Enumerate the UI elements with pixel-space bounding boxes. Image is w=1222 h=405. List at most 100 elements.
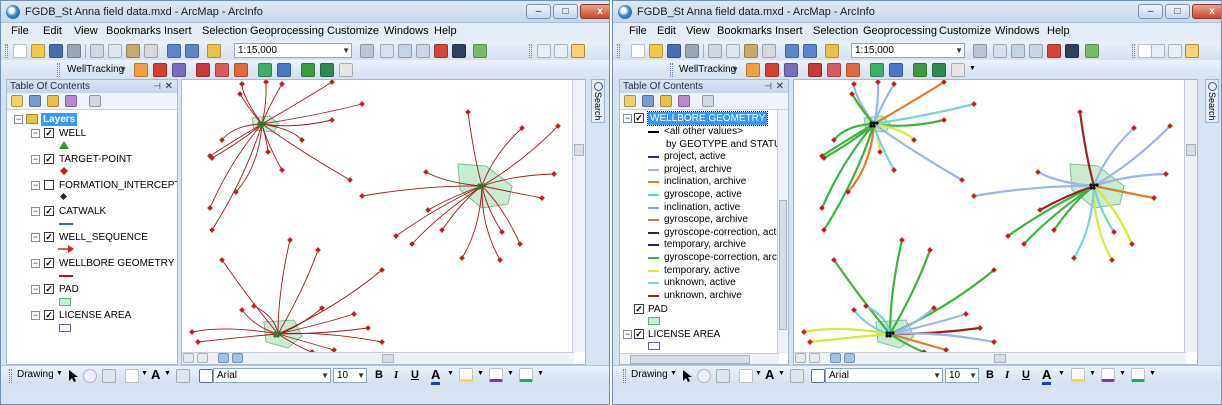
python-window-icon[interactable] xyxy=(452,44,466,58)
edit-vertices-icon[interactable] xyxy=(176,369,190,383)
chevron-down-icon[interactable]: ▼ xyxy=(164,370,171,377)
map-scale-combo[interactable]: 1:15,000 ▼ xyxy=(851,43,965,58)
menu-windows[interactable]: Windows xyxy=(995,25,1040,37)
pin-icon[interactable]: ⊣ xyxy=(153,80,161,93)
menu-insert[interactable]: Insert xyxy=(164,25,192,37)
license-area-visibility-checkbox[interactable]: ✓ xyxy=(44,310,54,320)
editor-toolbar-icon[interactable] xyxy=(360,44,374,58)
underline-button[interactable]: U xyxy=(1022,369,1030,381)
chevron-down-icon[interactable]: ▼ xyxy=(969,65,976,72)
collapse-well-sequence-toggle[interactable]: − xyxy=(31,233,40,242)
legend-item-label[interactable]: temporary, archive xyxy=(664,238,746,251)
list-by-selection-icon[interactable] xyxy=(65,95,77,107)
font-size-combo[interactable]: 10 ▼ xyxy=(333,368,367,383)
catwalk-visibility-checkbox[interactable]: ✓ xyxy=(44,206,54,216)
legend-item-label[interactable]: project, active xyxy=(664,150,726,163)
catalog-window-icon[interactable] xyxy=(1011,44,1025,58)
list-by-visibility-icon[interactable] xyxy=(47,95,59,107)
report-tool-icon[interactable] xyxy=(258,63,272,77)
chevron-down-icon[interactable]: ▼ xyxy=(537,370,544,377)
drawing-menu[interactable]: Drawing xyxy=(631,369,668,380)
layer-label-wellbore-geometry[interactable]: WELLBORE GEOMETRY xyxy=(59,257,174,270)
pipe-tool-icon[interactable] xyxy=(932,63,946,77)
pad-tool-icon[interactable] xyxy=(808,63,822,77)
menu-insert[interactable]: Insert xyxy=(775,25,803,37)
pin-icon[interactable]: ⊣ xyxy=(764,80,772,93)
collapse-catwalk-toggle[interactable]: − xyxy=(31,207,40,216)
delete-icon[interactable] xyxy=(762,44,776,58)
legend-item-label[interactable]: gyroscope, active xyxy=(664,188,742,201)
welltracking-menu[interactable]: WellTracking ▼ xyxy=(63,62,129,77)
bold-button[interactable]: B xyxy=(986,369,994,381)
list-by-visibility-icon[interactable] xyxy=(660,95,672,107)
chart-tool-icon[interactable] xyxy=(277,63,291,77)
open-folder-icon[interactable] xyxy=(649,44,663,58)
fill-color-icon[interactable] xyxy=(459,368,473,382)
open-folder-icon[interactable] xyxy=(31,44,45,58)
undo-icon[interactable] xyxy=(785,44,799,58)
font-name-combo[interactable]: Arial ▼ xyxy=(213,368,331,383)
layer-label-catwalk[interactable]: CATWALK xyxy=(59,205,106,218)
edit-vertices-icon[interactable] xyxy=(790,369,804,383)
legend-item-label[interactable]: inclination, active xyxy=(664,201,740,214)
wellbore-geometry-visibility-checkbox[interactable]: ✓ xyxy=(44,258,54,268)
target-point-visibility-checkbox[interactable]: ✓ xyxy=(44,154,54,164)
layer-label-formation-intercepts[interactable]: FORMATION_INTERCEPTS xyxy=(59,179,177,192)
font-color-icon[interactable]: A xyxy=(1042,367,1052,385)
chevron-down-icon[interactable]: ▼ xyxy=(1149,370,1156,377)
chevron-down-icon[interactable]: ▼ xyxy=(477,370,484,377)
paste-icon[interactable] xyxy=(126,44,140,58)
select-elements-arrow-icon[interactable] xyxy=(68,370,78,382)
layer-label-well[interactable]: WELL xyxy=(59,127,86,140)
legend-item-label[interactable]: gyroscope-correction, active xyxy=(664,226,788,239)
arctoolbox-icon[interactable] xyxy=(1047,44,1061,58)
list-by-source-icon[interactable] xyxy=(642,95,654,107)
marker-color-icon[interactable] xyxy=(1131,368,1145,382)
zoom-in-icon[interactable] xyxy=(1151,44,1165,58)
toolbar-grip[interactable] xyxy=(617,44,620,58)
paste-icon[interactable] xyxy=(744,44,758,58)
rotate-icon[interactable] xyxy=(697,369,711,383)
chevron-down-icon[interactable]: ▼ xyxy=(1089,370,1096,377)
layer-label-license-area[interactable]: LICENSE AREA xyxy=(59,309,131,322)
collapse-well-toggle[interactable]: − xyxy=(31,129,40,138)
collapse-formation-intercepts-toggle[interactable]: − xyxy=(31,181,40,190)
menu-customize[interactable]: Customize xyxy=(327,25,379,37)
target-tool-icon[interactable] xyxy=(765,63,779,77)
menu-view[interactable]: View xyxy=(74,25,98,37)
toc-vertical-scrollbar[interactable] xyxy=(777,110,788,353)
add-data-icon[interactable] xyxy=(825,44,839,58)
legend-item-label[interactable]: <all other values> xyxy=(664,125,743,138)
chevron-down-icon[interactable]: ▼ xyxy=(1058,370,1065,377)
chevron-down-icon[interactable]: ▼ xyxy=(755,370,762,377)
chevron-down-icon[interactable]: ▼ xyxy=(670,370,677,377)
layer-label-pad[interactable]: PAD xyxy=(648,303,668,316)
legend-item-label[interactable]: unknown, active xyxy=(664,276,736,289)
zoom-out-icon[interactable] xyxy=(554,44,568,58)
pan-hand-icon[interactable] xyxy=(571,44,585,58)
modelbuilder-icon[interactable] xyxy=(1085,44,1099,58)
toolbar-grip[interactable] xyxy=(623,369,626,383)
layout-view-icon[interactable] xyxy=(795,353,806,363)
export-tool-icon[interactable] xyxy=(913,63,927,77)
layer-label-target-point[interactable]: TARGET-POINT xyxy=(59,153,132,166)
refresh-icon[interactable] xyxy=(218,353,229,363)
legend-item-label[interactable]: gyroscope, archive xyxy=(664,213,748,226)
layer-label-pad[interactable]: PAD xyxy=(59,283,79,296)
fill-color-icon[interactable] xyxy=(1071,368,1085,382)
toolbar-grip[interactable] xyxy=(529,44,532,58)
toolbar-grip[interactable] xyxy=(57,63,60,77)
collapse-pad-toggle[interactable]: − xyxy=(31,285,40,294)
toolbar-grip[interactable] xyxy=(670,63,673,77)
close-button[interactable]: x xyxy=(1192,4,1221,19)
rectangle-tool-icon[interactable] xyxy=(739,369,753,383)
scroll-thumb[interactable] xyxy=(382,354,394,363)
pad-visibility-checkbox[interactable]: ✓ xyxy=(634,304,644,314)
add-data-icon[interactable] xyxy=(207,44,221,58)
refresh-icon[interactable] xyxy=(830,353,841,363)
close-icon[interactable]: ✕ xyxy=(165,80,173,93)
export-tool-icon[interactable] xyxy=(301,63,315,77)
new-document-icon[interactable] xyxy=(13,44,27,58)
chevron-down-icon[interactable]: ▼ xyxy=(447,370,454,377)
table-of-contents-icon[interactable] xyxy=(380,44,394,58)
